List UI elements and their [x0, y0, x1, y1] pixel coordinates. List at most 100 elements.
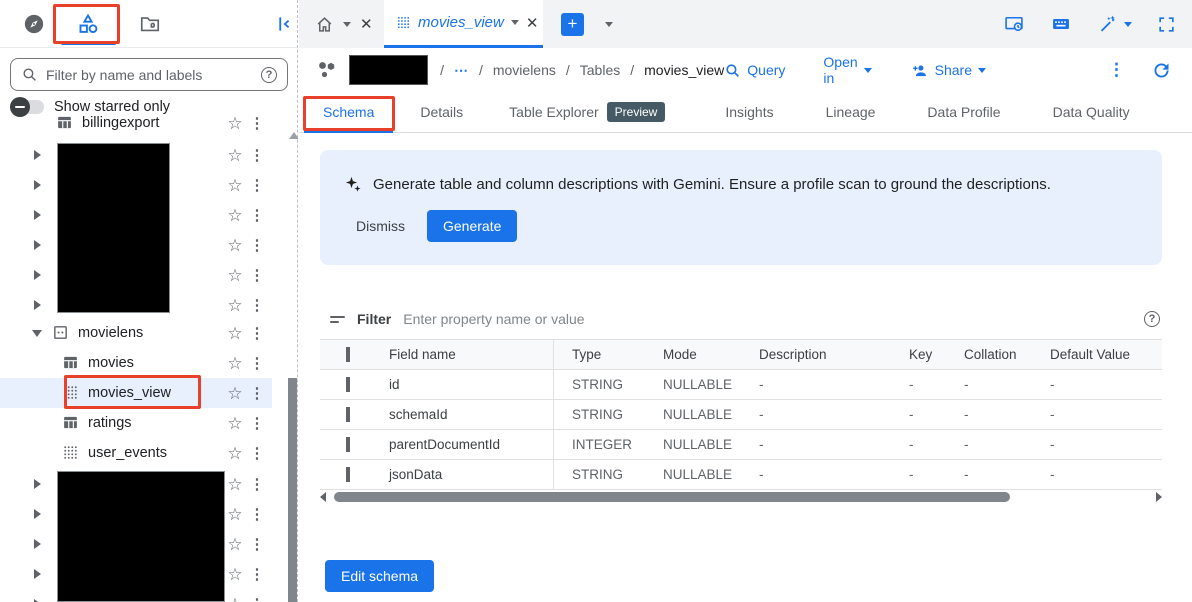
star-icon[interactable]: ☆: [222, 115, 248, 132]
fullscreen-icon[interactable]: [1157, 15, 1176, 34]
more-menu-icon[interactable]: ⋮: [248, 208, 266, 223]
tab-movies-view[interactable]: movies_view ✕: [384, 0, 543, 48]
row-checkbox[interactable]: [346, 377, 350, 392]
collapse-panel-icon[interactable]: [272, 12, 296, 36]
more-menu-icon[interactable]: ⋮: [248, 326, 266, 341]
tree-item-clipped[interactable]: billingexport ☆ ⋮: [0, 112, 272, 138]
edit-schema-button[interactable]: Edit schema: [325, 560, 434, 592]
more-menu-icon[interactable]: ⋮: [248, 416, 266, 431]
more-menu-icon[interactable]: ⋮: [248, 356, 266, 371]
star-icon[interactable]: ☆: [222, 147, 248, 164]
repository-folder-icon[interactable]: [138, 12, 162, 36]
star-icon[interactable]: ☆: [222, 237, 248, 254]
more-menu-icon[interactable]: ⋮: [248, 567, 266, 582]
tree-item-user-events[interactable]: user_events ☆ ⋮: [0, 438, 272, 468]
expand-arrow-icon[interactable]: [34, 240, 41, 250]
star-icon[interactable]: ☆: [222, 566, 248, 583]
tab-table-explorer[interactable]: Table Explorer Preview: [490, 92, 684, 133]
close-icon[interactable]: ✕: [526, 14, 539, 32]
generate-button[interactable]: Generate: [427, 210, 517, 242]
star-icon[interactable]: ☆: [222, 177, 248, 194]
expand-arrow-icon[interactable]: [34, 150, 41, 160]
more-menu-icon[interactable]: ⋮: [248, 238, 266, 253]
more-menu-icon[interactable]: ⋮: [248, 386, 266, 401]
expand-arrow-icon[interactable]: [34, 569, 41, 579]
cloud-shell-icon[interactable]: [1003, 14, 1025, 34]
more-menu-icon[interactable]: ⋮: [248, 298, 266, 313]
breadcrumb-dataset[interactable]: movielens: [493, 62, 556, 78]
star-icon[interactable]: ☆: [222, 476, 248, 493]
sidebar-filter-input[interactable]: [46, 67, 253, 83]
sidebar-scrollbar[interactable]: [288, 378, 297, 602]
dismiss-button[interactable]: Dismiss: [344, 212, 417, 240]
compass-icon[interactable]: [22, 12, 46, 36]
chevron-down-icon[interactable]: [1124, 22, 1132, 27]
tree-item-ratings[interactable]: ratings ☆ ⋮: [0, 408, 272, 438]
chevron-down-icon[interactable]: [511, 20, 519, 25]
tab-overflow-chevron-icon[interactable]: [605, 22, 613, 27]
breadcrumb-overflow[interactable]: ⋯: [454, 62, 469, 79]
chevron-down-icon[interactable]: [343, 22, 351, 27]
tab-insights[interactable]: Insights: [706, 92, 792, 133]
star-icon[interactable]: ☆: [222, 536, 248, 553]
search-help-icon[interactable]: ?: [261, 67, 277, 83]
row-checkbox[interactable]: [346, 437, 350, 452]
star-icon[interactable]: ☆: [222, 506, 248, 523]
expand-arrow-icon[interactable]: [34, 210, 41, 220]
select-all-checkbox[interactable]: [346, 347, 350, 362]
sidebar-search[interactable]: ?: [10, 58, 288, 91]
star-icon[interactable]: ☆: [222, 267, 248, 284]
more-menu-icon[interactable]: ⋮: [248, 178, 266, 193]
more-menu-icon[interactable]: ⋮: [248, 268, 266, 283]
tree-item-movies[interactable]: movies ☆ ⋮: [0, 348, 272, 378]
more-menu-icon[interactable]: ⋮: [248, 148, 266, 163]
share-button[interactable]: Share: [910, 62, 986, 79]
tree-item-movielens[interactable]: movielens ☆ ⋮: [0, 318, 272, 348]
breadcrumb-tables[interactable]: Tables: [580, 62, 620, 78]
expand-arrow-icon[interactable]: [34, 270, 41, 280]
row-checkbox[interactable]: [346, 467, 350, 482]
more-menu-icon[interactable]: ⋮: [248, 597, 266, 602]
filter-help-icon[interactable]: ?: [1144, 311, 1160, 327]
star-icon[interactable]: ☆: [222, 385, 248, 402]
tab-data-profile[interactable]: Data Profile: [908, 92, 1019, 133]
scroll-up-arrow[interactable]: [289, 132, 298, 139]
row-checkbox[interactable]: [346, 407, 350, 422]
star-icon[interactable]: ☆: [222, 355, 248, 372]
open-in-button[interactable]: Open in: [823, 54, 871, 86]
more-menu-icon[interactable]: ⋮: [248, 446, 266, 461]
expand-arrow-icon[interactable]: [34, 479, 41, 489]
star-icon[interactable]: ☆: [222, 596, 248, 602]
star-icon[interactable]: ☆: [222, 445, 248, 462]
collapse-arrow-icon[interactable]: [32, 330, 42, 337]
scrollbar-thumb[interactable]: [334, 492, 1010, 502]
expand-arrow-icon[interactable]: [34, 180, 41, 190]
star-icon[interactable]: ☆: [222, 415, 248, 432]
more-menu-icon[interactable]: ⋮: [248, 116, 266, 131]
expand-arrow-icon[interactable]: [34, 509, 41, 519]
expand-arrow-icon[interactable]: [34, 300, 41, 310]
more-actions-icon[interactable]: ⋮: [1108, 60, 1125, 80]
scrollbar-track[interactable]: [329, 492, 1153, 502]
tab-details[interactable]: Details: [401, 92, 482, 133]
star-icon[interactable]: ☆: [222, 297, 248, 314]
keyboard-icon[interactable]: [1050, 14, 1072, 34]
more-menu-icon[interactable]: ⋮: [248, 477, 266, 492]
more-menu-icon[interactable]: ⋮: [248, 507, 266, 522]
star-icon[interactable]: ☆: [222, 207, 248, 224]
star-icon[interactable]: ☆: [222, 325, 248, 342]
query-button[interactable]: Query: [724, 62, 785, 79]
home-tab[interactable]: ✕: [315, 0, 373, 48]
filter-input[interactable]: [403, 311, 1132, 327]
tab-data-quality[interactable]: Data Quality: [1034, 92, 1149, 133]
scroll-right-arrow[interactable]: [1156, 492, 1162, 502]
explorer-shapes-icon[interactable]: [76, 12, 100, 36]
tab-lineage[interactable]: Lineage: [807, 92, 895, 133]
more-menu-icon[interactable]: ⋮: [248, 537, 266, 552]
close-icon[interactable]: ✕: [360, 15, 373, 33]
new-tab-button[interactable]: +: [561, 13, 584, 36]
scroll-left-arrow[interactable]: [320, 492, 326, 502]
tree-item-movies-view[interactable]: movies_view ☆ ⋮: [0, 378, 272, 408]
magic-pen-icon[interactable]: [1097, 14, 1132, 34]
tab-schema[interactable]: Schema: [304, 92, 393, 133]
